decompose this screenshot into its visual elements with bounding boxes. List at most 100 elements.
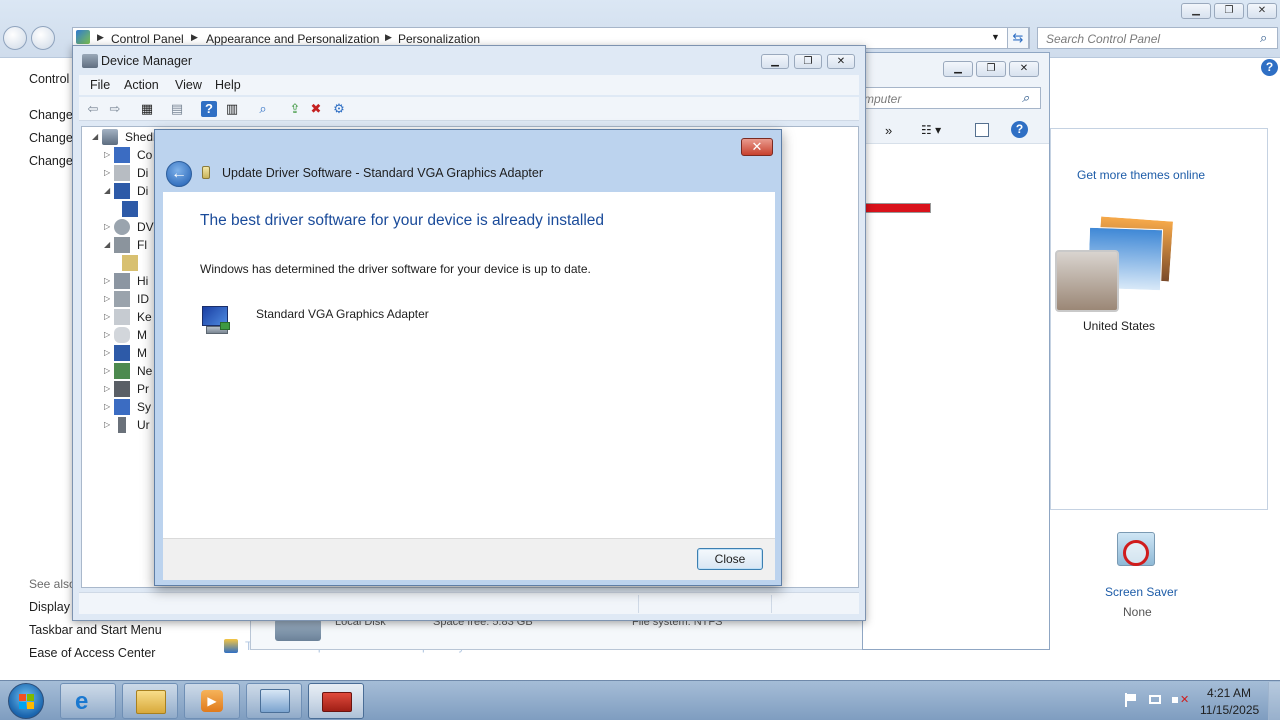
media-player-icon: ▶ [201,690,223,712]
system-devices-icon [114,399,130,415]
help-icon[interactable]: ? [1261,59,1278,76]
search-icon[interactable]: ⌕ [1022,90,1029,106]
expand-icon[interactable]: ▷ [104,150,110,159]
tree-item-label: M [137,346,147,360]
breadcrumb-personalization[interactable]: Personalization [398,32,480,46]
tree-item-label: Ur [137,418,150,432]
driver-icon [200,166,212,182]
expand-icon[interactable]: ▷ [104,222,110,231]
left-link-change-2[interactable]: Change [29,131,73,145]
preview-pane-icon[interactable] [975,123,989,137]
breadcrumb-appearance[interactable]: Appearance and Personalization [206,32,379,46]
screen-saver-link[interactable]: Screen Saver [1105,585,1178,599]
collapse-icon[interactable]: ◢ [104,186,110,195]
volume-muted-icon[interactable]: ✕ [1172,693,1189,707]
network-icon[interactable] [1148,693,1162,707]
back-arrow-icon[interactable]: ← [166,161,192,187]
mouse-icon [114,327,130,343]
help-icon[interactable]: ? [201,101,217,117]
back-arrow-icon[interactable]: ⇦ [85,101,101,117]
collapse-icon[interactable]: ◢ [92,132,98,141]
media-player-taskbar-button[interactable]: ▶ [184,683,240,719]
update-driver-icon[interactable]: ⇪ [287,101,303,117]
expand-icon[interactable]: ▷ [104,312,110,321]
search-input[interactable]: Search Control Panel ⌕ [1037,27,1278,49]
forward-arrow-icon[interactable]: ⇨ [107,101,123,117]
dialog-title: Update Driver Software - Standard VGA Gr… [222,166,543,180]
control-panel-taskbar-button[interactable] [246,683,302,719]
get-more-themes-link[interactable]: Get more themes online [1077,168,1205,182]
show-desktop-button[interactable] [1268,682,1280,720]
forward-nav-button[interactable] [31,26,55,50]
see-also-display-link[interactable]: Display [29,600,70,614]
windows-start-orb-icon[interactable] [8,683,44,719]
maximize-button[interactable]: ❐ [976,61,1006,77]
expand-icon[interactable]: ▷ [104,168,110,177]
minimize-button[interactable]: ▁ [943,61,973,77]
scan-hardware-icon[interactable]: ⌕ [255,101,271,117]
close-button[interactable]: ✕ [827,54,855,69]
expand-icon[interactable]: ▷ [104,276,110,285]
minimize-button[interactable]: ▁ [761,54,789,69]
chevron-more-icon[interactable]: » [885,123,892,138]
computer-icon [102,129,118,145]
breadcrumb-control-panel[interactable]: Control Panel [111,32,184,46]
flag-icon[interactable] [1123,693,1137,707]
tree-item-label: Co [137,148,153,162]
expand-icon[interactable]: ▷ [104,420,110,429]
menu-view[interactable]: View [175,78,202,92]
disable-device-icon[interactable]: ⚙ [331,101,347,117]
file-explorer-taskbar-button[interactable] [122,683,178,719]
see-also-ease-of-access-link[interactable]: Ease of Access Center [29,646,155,660]
properties-sheet-icon[interactable]: ▤ [169,101,185,117]
clock-time[interactable]: 4:21 AM [1207,686,1251,700]
expand-icon[interactable]: ▷ [104,294,110,303]
close-button[interactable]: ✕ [1009,61,1039,77]
refresh-icon[interactable]: ⇆ [1007,27,1029,49]
view-options-icon[interactable]: ☷ ▾ [921,123,941,137]
left-link-change-1[interactable]: Change [29,108,73,122]
minimize-button[interactable]: ▁ [1181,3,1211,19]
maximize-button[interactable]: ❐ [794,54,822,69]
breadcrumb-separator-icon: ▶ [385,32,392,42]
back-nav-button[interactable] [3,26,27,50]
see-also-taskbar-link[interactable]: Taskbar and Start Menu [29,623,162,637]
clock-date[interactable]: 11/15/2025 [1200,703,1259,717]
close-button[interactable]: ✕ [1247,3,1277,19]
display-adapter-icon [114,183,130,199]
menu-file[interactable]: File [90,78,110,92]
uninstall-icon[interactable]: ✖ [308,101,324,117]
collapse-icon[interactable]: ◢ [104,240,110,249]
ide-controller-icon [114,291,130,307]
address-dropdown-icon[interactable]: ▼ [991,32,1000,42]
help-icon[interactable]: ? [1011,121,1028,138]
expand-icon[interactable]: ▷ [104,348,110,357]
left-link-change-3[interactable]: Change [29,154,73,168]
network-adapter-icon [114,363,130,379]
theme-thumbnail-selected[interactable] [1055,250,1119,312]
show-hide-console-tree-icon[interactable]: ▦ [139,101,155,117]
shield-icon [224,639,238,653]
menu-action[interactable]: Action [124,78,159,92]
floppy-controller-icon [114,237,130,253]
expand-icon[interactable]: ▷ [104,384,110,393]
dialog-close-x-button[interactable]: ✕ [741,138,773,156]
maximize-button[interactable]: ❐ [1214,3,1244,19]
dialog-heading: The best driver software for your device… [200,212,605,229]
personalization-search-input[interactable]: mputer ⌕ [863,87,1041,109]
file-explorer-icon [136,690,166,714]
keyboard-icon [114,309,130,325]
menu-help[interactable]: Help [215,78,241,92]
search-icon[interactable]: ⌕ [1260,30,1267,46]
internet-explorer-taskbar-button[interactable]: e [60,683,116,719]
left-link-control[interactable]: Control [29,72,69,86]
dialog-body: The best driver software for your device… [163,192,775,538]
close-button[interactable]: Close [697,548,763,570]
properties-icon[interactable]: ▥ [224,101,240,117]
expand-icon[interactable]: ▷ [104,330,110,339]
dvd-drive-icon [114,219,130,235]
expand-icon[interactable]: ▷ [104,402,110,411]
toolbox-taskbar-button[interactable] [308,683,364,719]
screen-saver-icon[interactable] [1113,530,1159,574]
expand-icon[interactable]: ▷ [104,366,110,375]
